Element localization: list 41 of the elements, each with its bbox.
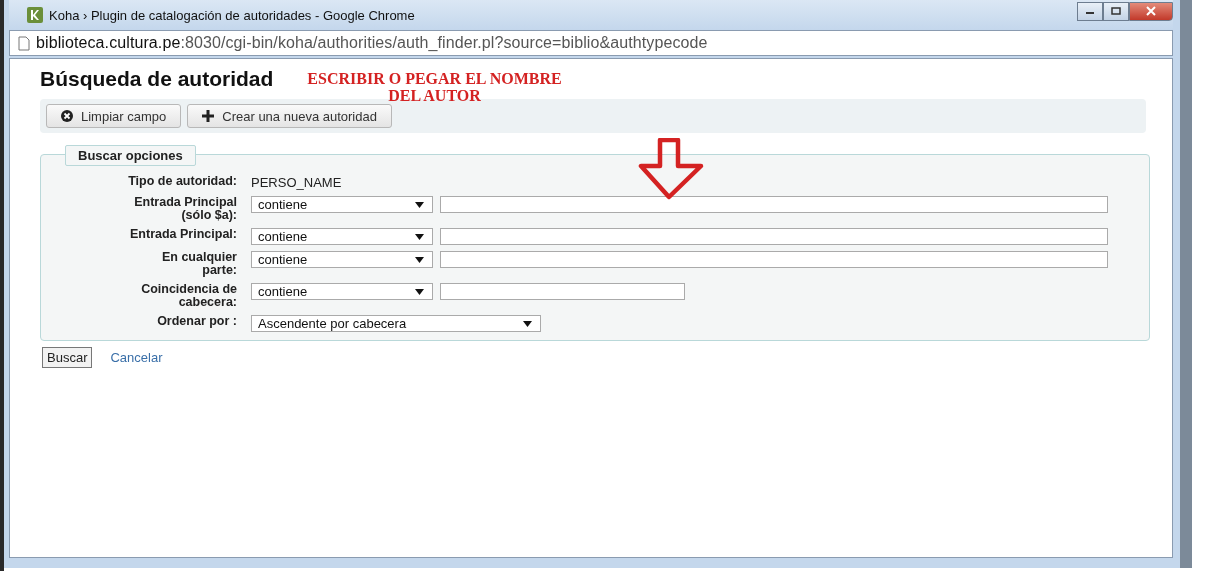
field-label: Entrada Principal: xyxy=(129,228,237,241)
cancel-link[interactable]: Cancelar xyxy=(110,350,163,365)
clear-icon xyxy=(61,110,73,122)
field-label: Coincidencia de cabecera: xyxy=(140,283,237,309)
operator-select[interactable]: contiene xyxy=(251,283,433,300)
panel-legend: Buscar opciones xyxy=(65,145,196,166)
toolbar-button[interactable]: Limpiar campo xyxy=(46,104,182,128)
maximize-icon xyxy=(1111,7,1121,15)
search-input[interactable] xyxy=(440,228,1108,245)
minimize-button[interactable] xyxy=(1077,1,1103,21)
field-label: Tipo de autoridad: xyxy=(127,175,237,188)
search-button[interactable]: Buscar xyxy=(42,347,93,368)
dropdown-icon xyxy=(523,320,532,327)
operator-select[interactable]: contiene xyxy=(251,228,433,245)
address-bar[interactable]: biblioteca.cultura.pe:8030/cgi-bin/koha/authorities/auth_finder.pl?source=biblio&authtypecode xyxy=(9,30,1173,56)
dropdown-icon xyxy=(415,256,424,263)
authority-type: PERSO_NAME xyxy=(251,175,342,190)
down-arrow-icon xyxy=(638,138,704,200)
field-label: Entrada Principal (sólo $a): xyxy=(133,196,237,222)
search-input[interactable] xyxy=(440,283,685,300)
close-button[interactable] xyxy=(1129,1,1173,21)
operator-select[interactable]: contiene xyxy=(251,196,433,213)
close-icon xyxy=(1146,6,1156,16)
url-text: biblioteca.cultura.pe:8030/cgi-bin/koha/authorities/auth_finder.pl?source=biblio&authtypecode xyxy=(36,34,708,52)
page-title: Búsqueda de autoridad xyxy=(40,67,274,91)
dropdown-icon xyxy=(415,201,424,208)
maximize-button[interactable] xyxy=(1103,1,1129,21)
app-icon xyxy=(27,7,43,23)
dropdown-icon xyxy=(415,288,424,295)
page-icon xyxy=(18,35,30,51)
sort-select[interactable]: Ascendente por cabecera xyxy=(251,315,541,332)
field-label: En cualquier parte: xyxy=(160,251,237,277)
search-input[interactable] xyxy=(440,196,1108,213)
dropdown-icon xyxy=(415,233,424,240)
field-label: Ordenar por : xyxy=(156,315,237,328)
toolbar-button[interactable]: Crear una nueva autoridad xyxy=(187,104,392,128)
plus-icon xyxy=(202,110,215,122)
window-title: Koha › Plugin de catalogación de autoridades - Google Chrome xyxy=(49,7,415,23)
operator-select[interactable]: contiene xyxy=(251,251,433,268)
annotation-text: ESCRIBIR O PEGAR EL NOMBRE DEL AUTOR xyxy=(307,70,562,104)
search-input[interactable] xyxy=(440,251,1108,268)
